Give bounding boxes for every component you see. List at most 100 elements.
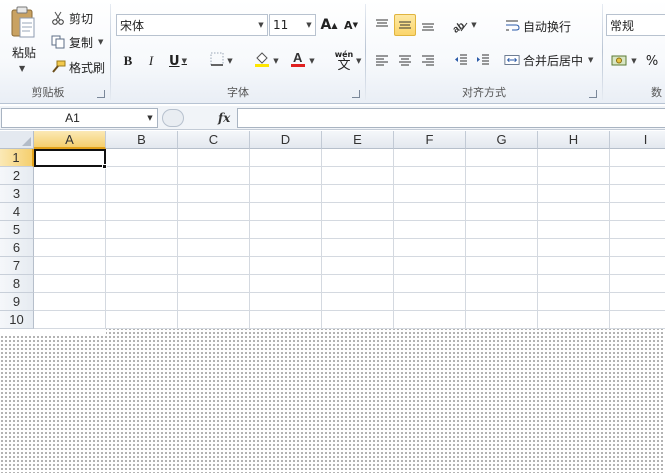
percent-style-button[interactable]: % xyxy=(641,50,663,72)
paste-label: 粘贴 xyxy=(11,46,36,60)
align-center-button[interactable] xyxy=(394,49,416,71)
alignment-group-label: 对齐方式 xyxy=(462,86,506,99)
phonetic-dropdown-arrow[interactable]: ▼ xyxy=(356,57,361,65)
scissors-icon xyxy=(50,10,66,26)
clipboard-dialog-launcher[interactable] xyxy=(97,90,105,98)
row-header-1[interactable]: 1 xyxy=(0,149,34,167)
decrease-indent-button[interactable] xyxy=(450,49,472,71)
underline-button[interactable]: U ▼ xyxy=(163,50,193,72)
active-cell-a1[interactable] xyxy=(34,149,106,167)
increase-indent-icon xyxy=(477,54,489,65)
copy-dropdown-arrow[interactable]: ▼ xyxy=(98,38,103,46)
increase-indent-button[interactable] xyxy=(472,49,494,71)
paste-icon xyxy=(11,6,35,38)
column-header-i[interactable]: I xyxy=(610,131,665,149)
row-header-7[interactable]: 7 xyxy=(0,257,34,275)
align-bottom-icon xyxy=(422,23,434,31)
orientation-dropdown-arrow[interactable]: ▼ xyxy=(471,21,476,29)
fill-color-dropdown-arrow[interactable]: ▼ xyxy=(273,57,278,65)
paste-dropdown-arrow[interactable]: ▼ xyxy=(19,64,25,73)
cut-label: 剪切 xyxy=(69,11,94,26)
copy-button[interactable]: 复制 ▼ xyxy=(50,32,103,52)
cell-grid[interactable] xyxy=(34,149,665,329)
merge-center-dropdown-arrow[interactable]: ▼ xyxy=(588,56,593,64)
column-header-a[interactable]: A xyxy=(34,131,106,149)
fill-color-button[interactable]: ▼ xyxy=(249,50,283,72)
formula-bar-handle[interactable] xyxy=(162,109,184,127)
font-color-dropdown-arrow[interactable]: ▼ xyxy=(309,57,314,65)
alignment-dialog-launcher[interactable] xyxy=(589,90,597,98)
align-right-button[interactable] xyxy=(417,49,439,71)
grow-font-button[interactable]: A ▲ xyxy=(318,14,340,36)
orientation-button[interactable]: ab ▼ xyxy=(450,14,478,36)
column-header-b[interactable]: B xyxy=(106,131,178,149)
borders-button[interactable]: ▼ xyxy=(205,50,237,72)
align-left-icon xyxy=(376,55,388,66)
font-dialog-launcher[interactable] xyxy=(352,90,360,98)
decrease-indent-icon xyxy=(455,54,467,65)
align-bottom-button[interactable] xyxy=(417,14,439,36)
select-all-button[interactable] xyxy=(0,131,34,149)
column-header-f[interactable]: F xyxy=(394,131,466,149)
column-header-h[interactable]: H xyxy=(538,131,610,149)
bold-button[interactable]: B xyxy=(117,50,139,72)
underline-dropdown-arrow[interactable]: ▼ xyxy=(182,57,187,65)
alignment-group: ab ▼ 自动换行 合并后居中 ▼ 对齐方式 xyxy=(366,0,602,104)
formula-input[interactable] xyxy=(237,108,665,128)
column-header-e[interactable]: E xyxy=(322,131,394,149)
copy-icon xyxy=(50,34,66,50)
font-size-dropdown-arrow[interactable]: ▼ xyxy=(303,15,315,35)
align-top-button[interactable] xyxy=(371,14,393,36)
cut-button[interactable]: 剪切 xyxy=(50,8,93,28)
align-middle-icon xyxy=(399,21,411,29)
font-group: 宋体 ▼ 11 ▼ A ▲ A ▼ B I U ▼ ▼ ▼ A ▼ wén 文 … xyxy=(111,0,365,104)
paste-button[interactable]: 粘贴 ▼ xyxy=(6,4,42,78)
row-header-2[interactable]: 2 xyxy=(0,167,34,185)
row-header-9[interactable]: 9 xyxy=(0,293,34,311)
format-painter-button[interactable]: 格式刷 xyxy=(50,57,105,77)
percent-label: % xyxy=(645,53,659,69)
shrink-font-button[interactable]: A ▼ xyxy=(340,14,362,36)
font-size-combo[interactable]: 11 ▼ xyxy=(269,14,316,36)
wrap-text-icon xyxy=(504,18,520,34)
align-right-icon xyxy=(422,55,434,66)
font-name-combo[interactable]: 宋体 ▼ xyxy=(116,14,268,36)
font-color-icon: A xyxy=(289,50,307,72)
phonetic-guide-button[interactable]: wén 文 xyxy=(329,48,359,74)
number-format-combo[interactable]: 常规 xyxy=(606,14,665,36)
currency-icon xyxy=(611,55,627,66)
column-header-c[interactable]: C xyxy=(178,131,250,149)
svg-text:A: A xyxy=(293,50,303,65)
worksheet-area: A B C D E F G H I 1 2 3 4 5 6 7 8 9 10 xyxy=(0,131,665,473)
row-header-4[interactable]: 4 xyxy=(0,203,34,221)
align-middle-button[interactable] xyxy=(394,14,416,36)
font-name-dropdown-arrow[interactable]: ▼ xyxy=(255,15,267,35)
font-group-label: 字体 xyxy=(227,86,249,99)
merge-center-label: 合并后居中 xyxy=(523,53,584,68)
row-header-6[interactable]: 6 xyxy=(0,239,34,257)
wrap-text-button[interactable]: 自动换行 xyxy=(504,16,571,36)
formula-controls: fx xyxy=(160,108,236,128)
align-left-button[interactable] xyxy=(371,49,393,71)
ribbon: 粘贴 ▼ 剪切 复制 ▼ 格式刷 剪贴板 宋体 ▼ 11 ▼ A ▲ A ▼ B… xyxy=(0,0,665,104)
name-box[interactable]: A1 ▼ xyxy=(1,108,158,128)
row-header-3[interactable]: 3 xyxy=(0,185,34,203)
italic-button[interactable]: I xyxy=(140,50,162,72)
row-header-8[interactable]: 8 xyxy=(0,275,34,293)
row-header-10[interactable]: 10 xyxy=(0,311,34,329)
merge-center-button[interactable]: 合并后居中 ▼ xyxy=(504,50,593,70)
insert-function-button[interactable]: fx xyxy=(218,111,230,125)
fill-handle[interactable] xyxy=(102,164,107,169)
number-group: 常规 ▼ % 数 xyxy=(603,0,665,104)
name-box-dropdown-arrow[interactable]: ▼ xyxy=(143,114,157,122)
wrap-text-label: 自动换行 xyxy=(523,19,572,34)
grow-font-label: A xyxy=(320,17,332,33)
accounting-format-button[interactable]: ▼ xyxy=(609,50,639,72)
font-color-button[interactable]: A ▼ xyxy=(285,50,319,72)
row-header-5[interactable]: 5 xyxy=(0,221,34,239)
column-header-g[interactable]: G xyxy=(466,131,538,149)
column-header-d[interactable]: D xyxy=(250,131,322,149)
borders-icon xyxy=(209,51,225,71)
accounting-dropdown-arrow[interactable]: ▼ xyxy=(631,57,636,65)
borders-dropdown-arrow[interactable]: ▼ xyxy=(227,57,232,65)
